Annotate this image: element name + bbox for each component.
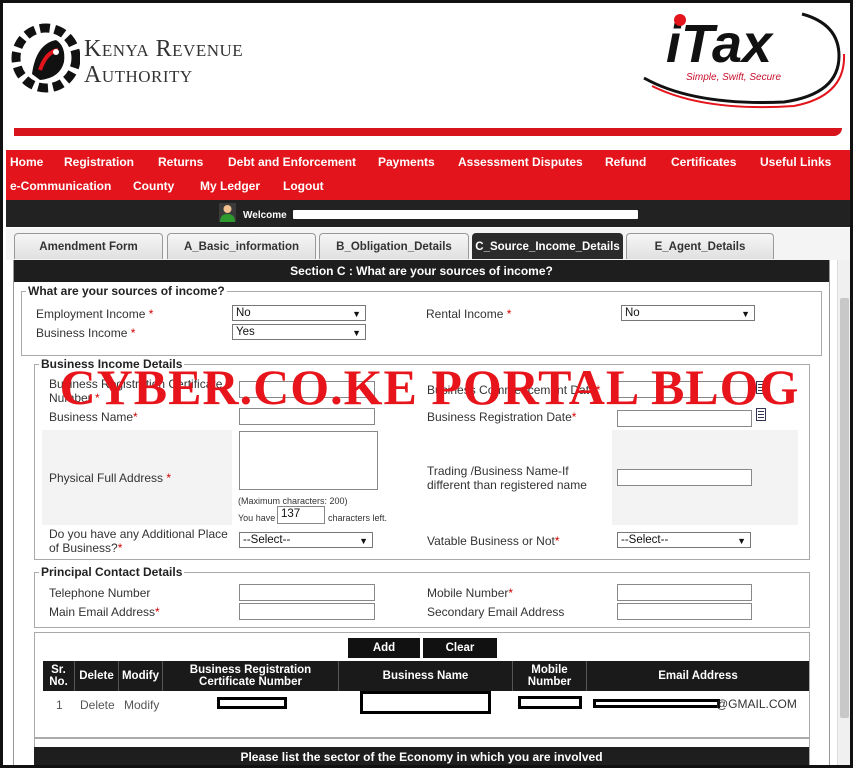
- telephone-label: Telephone Number: [49, 586, 151, 600]
- redacted-business-name: [360, 691, 491, 714]
- dropdown-arrow-icon: ▼: [741, 309, 750, 319]
- you-have-text: You have: [238, 513, 276, 523]
- welcome-bar: Welcome: [6, 200, 850, 227]
- telephone-input[interactable]: [239, 584, 375, 601]
- welcome-label: Welcome: [243, 210, 287, 221]
- user-avatar-icon: [219, 203, 236, 222]
- vatable-business-label: Vatable Business or Not*: [427, 534, 560, 548]
- watermark-text: CYBER.CO.KE PORTAL BLOG: [59, 359, 800, 415]
- employment-income-label: Employment Income *: [36, 307, 154, 321]
- mobile-label: Mobile Number*: [427, 586, 514, 600]
- rental-income-label: Rental Income *: [426, 307, 512, 321]
- col-sr-no: Sr. No.: [43, 661, 75, 691]
- section-title: Section C : What are your sources of inc…: [14, 260, 829, 282]
- nav-item-payments[interactable]: Payments: [378, 155, 435, 169]
- add-button[interactable]: Add: [348, 638, 420, 658]
- itax-tagline: Simple, Swift, Secure: [686, 72, 782, 83]
- vatable-business-select[interactable]: --Select-- ▼: [617, 532, 751, 548]
- tab-obligation-details[interactable]: B_Obligation_Details: [319, 233, 469, 259]
- secondary-email-label: Secondary Email Address: [427, 605, 565, 619]
- redacted-reg-cert: [217, 697, 287, 709]
- main-email-label: Main Email Address*: [49, 605, 160, 619]
- dropdown-arrow-icon: ▼: [359, 536, 368, 546]
- clear-button[interactable]: Clear: [423, 638, 497, 658]
- tab-amendment-form[interactable]: Amendment Form: [14, 233, 163, 259]
- nav-item-debt-enforcement[interactable]: Debt and Enforcement: [228, 155, 356, 169]
- employment-income-select[interactable]: No ▼: [232, 305, 366, 321]
- tab-basic-information[interactable]: A_Basic_information: [167, 233, 316, 259]
- kra-name-line2: Authority: [84, 62, 193, 88]
- nav-item-home[interactable]: Home: [10, 155, 43, 169]
- dropdown-arrow-icon: ▼: [352, 328, 361, 338]
- chars-left-text: characters left.: [328, 513, 388, 523]
- mobile-input[interactable]: [617, 584, 752, 601]
- col-business-name: Business Name: [339, 661, 513, 691]
- row-modify-link[interactable]: Modify: [124, 698, 159, 712]
- form-tabs: Amendment Form A_Basic_information B_Obl…: [6, 228, 850, 260]
- dropdown-arrow-icon: ▼: [737, 536, 746, 546]
- kra-name: Kenya Revenue Authority: [84, 36, 243, 88]
- secondary-email-input[interactable]: [617, 603, 752, 620]
- nav-item-certificates[interactable]: Certificates: [671, 155, 736, 169]
- trading-name-input[interactable]: [617, 469, 752, 486]
- nav-item-assessment-disputes[interactable]: Assessment Disputes: [458, 155, 583, 169]
- nav-item-e-communication[interactable]: e-Communication: [10, 179, 111, 193]
- redacted-mobile: [518, 696, 582, 709]
- main-email-input[interactable]: [239, 603, 375, 620]
- nav-item-useful-links[interactable]: Useful Links: [760, 155, 831, 169]
- additional-place-label: Do you have any Additional Place of Busi…: [49, 527, 228, 555]
- row-delete-link[interactable]: Delete: [80, 698, 115, 712]
- business-income-label: Business Income *: [36, 326, 136, 340]
- kra-name-line1: Kenya Revenue: [84, 36, 244, 62]
- dropdown-arrow-icon: ▼: [352, 309, 361, 319]
- kra-lion-icon: [11, 23, 80, 93]
- business-income-select[interactable]: Yes ▼: [232, 324, 366, 340]
- sector-prompt: Please list the sector of the Economy in…: [34, 747, 809, 765]
- page-scrollbar[interactable]: [837, 260, 850, 765]
- sources-legend: What are your sources of income?: [28, 284, 225, 298]
- physical-address-textarea[interactable]: [239, 431, 378, 490]
- site-header: Kenya Revenue Authority iTax Simple, Swi…: [6, 6, 850, 146]
- chars-left-counter: 137: [277, 506, 325, 524]
- contact-legend: Principal Contact Details: [41, 565, 183, 579]
- col-modify: Modify: [119, 661, 163, 691]
- header-divider: [14, 128, 842, 136]
- form-content: Section C : What are your sources of inc…: [13, 260, 830, 765]
- nav-item-county[interactable]: County: [133, 179, 174, 193]
- col-mobile-number: Mobile Number: [513, 661, 587, 691]
- physical-address-label: Physical Full Address *: [49, 471, 172, 485]
- additional-place-select[interactable]: --Select-- ▼: [239, 532, 373, 548]
- nav-item-refund[interactable]: Refund: [605, 155, 646, 169]
- trading-name-label: Trading /Business Name-If different than…: [427, 464, 587, 492]
- nav-item-returns[interactable]: Returns: [158, 155, 203, 169]
- screenshot-frame: Kenya Revenue Authority iTax Simple, Swi…: [0, 0, 853, 768]
- nav-item-logout[interactable]: Logout: [283, 179, 324, 193]
- col-reg-cert: Business Registration Certificate Number: [163, 661, 339, 691]
- nav-item-my-ledger[interactable]: My Ledger: [200, 179, 260, 193]
- col-delete: Delete: [75, 661, 119, 691]
- tab-source-income-details[interactable]: C_Source_Income_Details: [472, 233, 623, 259]
- itax-logo-icon: iTax: [643, 12, 846, 109]
- col-email-address: Email Address: [658, 670, 738, 682]
- redacted-email: [593, 699, 720, 708]
- rental-income-select[interactable]: No ▼: [621, 305, 755, 321]
- main-nav: Home Registration Returns Debt and Enfor…: [6, 150, 850, 200]
- tab-agent-details[interactable]: E_Agent_Details: [626, 233, 774, 259]
- business-table-header: Sr. No. Delete Modify Business Registrat…: [43, 661, 809, 691]
- row-sr-no: 1: [56, 698, 63, 712]
- nav-item-registration[interactable]: Registration: [64, 155, 134, 169]
- redacted-username: [293, 210, 638, 219]
- row-email-suffix: @GMAIL.COM: [716, 697, 797, 711]
